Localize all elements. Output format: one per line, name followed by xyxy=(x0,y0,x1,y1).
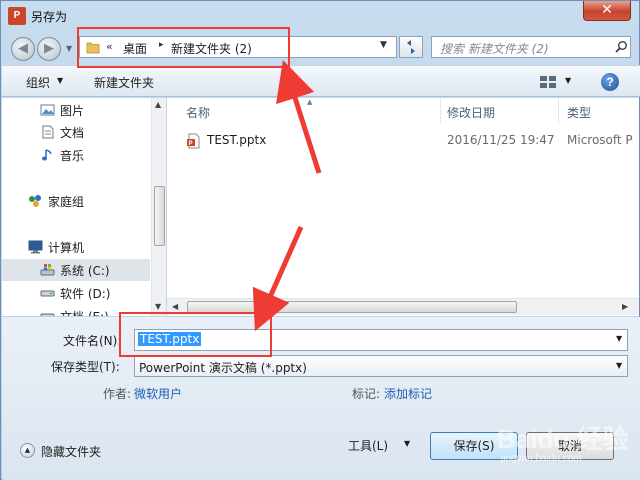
column-header-type[interactable]: 类型 xyxy=(567,104,591,121)
nav-label: 家庭组 xyxy=(48,195,85,209)
dialog-title: 另存为 xyxy=(31,10,68,24)
search-icon[interactable] xyxy=(614,40,628,54)
scroll-right-icon[interactable]: ▶ xyxy=(622,302,628,311)
nav-label: 计算机 xyxy=(48,241,85,255)
watermark-url: jingyan.baidu.com xyxy=(501,453,582,464)
filetype-value: PowerPoint 演示文稿 (*.pptx) xyxy=(139,361,307,375)
drive-icon xyxy=(40,313,55,316)
nav-label: 音乐 xyxy=(60,149,85,163)
refresh-button[interactable] xyxy=(399,36,423,58)
nav-item-music[interactable]: 音乐 xyxy=(2,144,150,166)
table-row[interactable]: P TEST.pptx 2016/11/25 19:47 Microsoft P xyxy=(181,131,639,151)
author-value[interactable]: 微软用户 xyxy=(134,385,182,402)
column-divider[interactable] xyxy=(440,98,441,124)
powerpoint-icon: P xyxy=(8,7,26,25)
search-input[interactable]: 搜索 新建文件夹 (2) xyxy=(431,36,631,58)
close-button[interactable]: ✕ xyxy=(583,1,631,21)
filetype-dropdown-icon[interactable]: ▼ xyxy=(616,361,622,370)
view-dropdown-icon[interactable]: ▼ xyxy=(565,76,571,85)
nav-item-software-drive[interactable]: 软件 (D:) xyxy=(2,282,150,304)
nav-item-homegroup[interactable]: 家庭组 xyxy=(2,190,150,212)
music-icon xyxy=(42,149,52,161)
scroll-up-icon[interactable]: ▲ xyxy=(155,100,161,109)
documents-icon xyxy=(42,125,54,139)
annotation-box-filename xyxy=(119,312,272,357)
filename-dropdown-icon[interactable]: ▼ xyxy=(616,334,622,343)
scrollbar-thumb[interactable] xyxy=(154,186,165,246)
annotation-box-address xyxy=(77,27,290,68)
scroll-left-icon[interactable]: ◀ xyxy=(172,302,178,311)
nav-label: 文档 (E:) xyxy=(60,308,109,316)
address-dropdown-icon[interactable]: ▼ xyxy=(380,40,387,50)
homegroup-icon xyxy=(29,195,41,207)
tools-dropdown-icon[interactable]: ▼ xyxy=(404,439,410,448)
scroll-down-icon[interactable]: ▼ xyxy=(155,302,161,311)
system-drive-icon xyxy=(40,264,55,276)
svg-text:P: P xyxy=(189,141,193,147)
filetype-label: 保存类型(T): xyxy=(51,360,120,374)
filename-label: 文件名(N): xyxy=(63,334,122,348)
column-header-name[interactable]: 名称 xyxy=(186,104,210,121)
file-modified-date: 2016/11/25 19:47 xyxy=(447,133,555,147)
hide-folders-label: 隐藏文件夹 xyxy=(41,445,102,459)
drive-icon xyxy=(40,290,55,297)
nav-label: 软件 (D:) xyxy=(60,287,111,301)
command-toolbar: 组织 ▼ 新建文件夹 ▼ ? xyxy=(2,65,640,97)
pictures-icon xyxy=(40,104,55,116)
sort-ascending-icon: ▲ xyxy=(307,98,313,106)
back-button[interactable]: ◀ xyxy=(11,37,35,61)
author-label: 作者: xyxy=(103,387,132,401)
collapse-chevron-icon: ▲ xyxy=(20,443,35,458)
file-name: TEST.pptx xyxy=(207,133,267,147)
tags-label: 标记: xyxy=(352,387,381,401)
column-divider[interactable] xyxy=(558,98,559,124)
view-options-icon[interactable] xyxy=(540,76,556,88)
nav-item-documents[interactable]: 文档 xyxy=(2,121,150,143)
save-as-dialog: P 另存为 ✕ ◀ ▶ ▼ « 桌面 ▸ 新建文件夹 (2) ▼ 搜索 新建文件… xyxy=(0,0,640,480)
organize-button[interactable]: 组织 xyxy=(26,74,50,91)
forward-button[interactable]: ▶ xyxy=(37,37,61,61)
file-list: ▲ 名称 修改日期 类型 P TEST.pptx 2016/11/25 19:4… xyxy=(167,98,639,316)
refresh-icon xyxy=(407,40,415,54)
recent-locations-dropdown-icon[interactable]: ▼ xyxy=(66,44,72,53)
organize-dropdown-icon[interactable]: ▼ xyxy=(57,76,63,85)
help-icon[interactable]: ? xyxy=(601,73,619,91)
navigation-pane: 图片 文档 音乐 家庭组 计算机 系统 (C:) 软件 (D:) ▲ ▼ xyxy=(2,98,166,316)
tools-button[interactable]: 工具(L) xyxy=(348,437,388,454)
search-placeholder: 搜索 新建文件夹 (2) xyxy=(440,42,549,56)
nav-label: 文档 xyxy=(60,126,85,140)
watermark-logo: Baidu 经验 xyxy=(497,424,629,454)
nav-pane-scrollbar[interactable]: ▲ ▼ xyxy=(151,98,166,316)
pptx-file-icon: P xyxy=(187,133,200,149)
nav-label: 系统 (C:) xyxy=(60,264,110,278)
file-type: Microsoft P xyxy=(567,133,633,147)
column-header-date[interactable]: 修改日期 xyxy=(447,104,495,121)
new-folder-button[interactable]: 新建文件夹 xyxy=(94,74,154,91)
filetype-select[interactable]: PowerPoint 演示文稿 (*.pptx) ▼ xyxy=(134,355,628,377)
nav-label: 图片 xyxy=(60,104,85,118)
computer-icon xyxy=(28,240,43,254)
nav-item-pictures[interactable]: 图片 xyxy=(2,99,150,121)
nav-item-computer[interactable]: 计算机 xyxy=(2,236,150,258)
nav-item-system-drive[interactable]: 系统 (C:) xyxy=(2,259,150,281)
add-tags-link[interactable]: 添加标记 xyxy=(384,385,432,402)
